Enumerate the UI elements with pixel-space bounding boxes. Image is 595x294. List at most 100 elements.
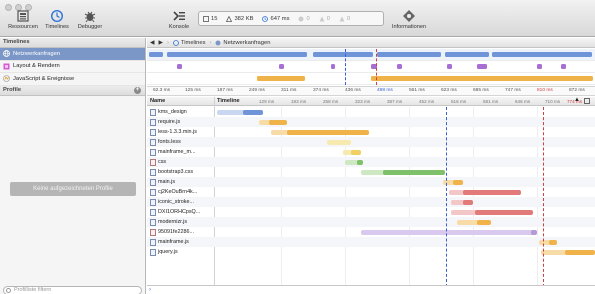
column-header-name[interactable]: Name bbox=[150, 98, 165, 104]
domcontentloaded-line bbox=[446, 107, 447, 287]
overview-javascript-row bbox=[147, 73, 595, 85]
ruler-tick: 311 ms bbox=[281, 88, 297, 93]
request-bar[interactable] bbox=[357, 159, 363, 165]
network-request-table: kms_design require.js less-1.3.3.min.js … bbox=[147, 107, 595, 287]
warnings-count[interactable]: 0 bbox=[319, 16, 330, 22]
request-bar[interactable] bbox=[361, 229, 535, 235]
sidebar-item-javascript-events[interactable]: JavaScript & Ereignisse bbox=[0, 73, 145, 86]
overview-layout-bar bbox=[279, 64, 284, 69]
request-bar[interactable] bbox=[565, 249, 595, 255]
load-time[interactable]: 647 ms bbox=[262, 16, 289, 22]
columns-icon[interactable] bbox=[584, 98, 590, 104]
table-row[interactable]: DXI1ORHCpsQ... bbox=[147, 207, 595, 217]
logs-count[interactable]: 0 bbox=[339, 16, 350, 22]
document-icon bbox=[203, 15, 209, 22]
breadcrumb-separator: › bbox=[209, 39, 212, 46]
request-bar[interactable] bbox=[327, 139, 351, 145]
sidebar-item-label: JavaScript & Ereignisse bbox=[13, 75, 75, 82]
resources-label: Ressourcen bbox=[8, 24, 38, 30]
table-row[interactable]: mainframe.js bbox=[147, 237, 595, 247]
ruler-tick: 498 ms bbox=[377, 88, 393, 93]
request-bar[interactable] bbox=[383, 169, 445, 175]
sort-up-icon[interactable]: ▲ bbox=[574, 97, 580, 103]
overview-network-row bbox=[147, 49, 595, 61]
overview-layout-bar bbox=[177, 64, 182, 69]
header-tick: 581 ms bbox=[483, 98, 499, 104]
timelines-section-header: Timelines bbox=[0, 38, 145, 48]
overview-layout-bar bbox=[561, 64, 566, 69]
layout-icon bbox=[3, 63, 10, 70]
resource-name: main.js bbox=[158, 179, 176, 185]
sidebar-item-layout-rendering[interactable]: Layout & Rendern bbox=[0, 61, 145, 73]
debugger-button[interactable]: Debugger bbox=[71, 9, 109, 30]
information-button[interactable]: Informationen bbox=[384, 9, 434, 30]
forward-arrow-icon[interactable]: ▶ bbox=[158, 40, 162, 46]
request-bar[interactable] bbox=[269, 119, 287, 125]
information-label: Informationen bbox=[391, 24, 427, 30]
resource-name: cj2KeOuBrn4k... bbox=[158, 189, 198, 195]
table-row[interactable]: bootstrap3.css bbox=[147, 167, 595, 177]
column-header-timeline[interactable]: Timeline bbox=[217, 98, 240, 104]
table-row[interactable]: main.js bbox=[147, 177, 595, 187]
domcontentloaded-marker bbox=[345, 49, 346, 85]
resource-name: less-1.3.3.min.js bbox=[158, 129, 197, 135]
load-event-line bbox=[543, 107, 544, 287]
request-bar[interactable] bbox=[463, 199, 473, 205]
request-bar[interactable] bbox=[287, 129, 369, 135]
request-bar[interactable] bbox=[549, 239, 557, 245]
breadcrumb-network-requests[interactable]: Netzwerkanfragen bbox=[223, 40, 270, 46]
font-icon bbox=[150, 188, 156, 196]
navigation-bar: ◀ ▶ › Timelines › Netzwerkanfragen bbox=[147, 38, 595, 48]
request-bar[interactable] bbox=[463, 189, 521, 195]
resources-button[interactable]: Ressourcen bbox=[4, 9, 42, 30]
script-icon bbox=[150, 178, 156, 186]
table-row[interactable]: css bbox=[147, 157, 595, 167]
sidebar-item-label: Layout & Rendern bbox=[13, 63, 60, 70]
document-icon bbox=[150, 138, 156, 146]
errors-count[interactable]: 0 bbox=[298, 15, 310, 22]
ruler-tick: 685 ms bbox=[473, 88, 489, 93]
table-row[interactable]: jquery.js bbox=[147, 247, 595, 257]
resource-name: css bbox=[158, 159, 167, 165]
transfer-size[interactable]: 382 KB bbox=[226, 15, 253, 22]
table-row[interactable]: mainframe_m... bbox=[147, 147, 595, 157]
header-tick: 710 ms bbox=[545, 98, 561, 104]
resource-name: bootstrap3.css bbox=[158, 169, 194, 175]
errors-count-value: 0 bbox=[306, 15, 310, 22]
request-bar[interactable] bbox=[451, 209, 477, 215]
console-button[interactable]: Konsole bbox=[160, 9, 198, 30]
request-bar[interactable] bbox=[351, 149, 361, 155]
table-row[interactable]: require.js bbox=[147, 117, 595, 127]
request-bar[interactable] bbox=[531, 229, 537, 235]
add-profile-icon[interactable]: + bbox=[134, 87, 141, 94]
table-row[interactable]: cj2KeOuBrn4k... bbox=[147, 187, 595, 197]
timeline-overview[interactable] bbox=[147, 49, 595, 85]
sidebar: Timelines Netzwerkanfragen Layout & Rend… bbox=[0, 38, 146, 294]
request-bar[interactable] bbox=[477, 219, 491, 225]
table-row[interactable]: modernizr.js bbox=[147, 217, 595, 227]
console-prompt: › bbox=[149, 287, 151, 293]
image-icon bbox=[150, 228, 156, 236]
request-bar[interactable] bbox=[243, 109, 263, 115]
load-event-marker bbox=[376, 49, 377, 85]
sidebar-item-network-requests[interactable]: Netzwerkanfragen bbox=[0, 48, 145, 61]
table-row[interactable]: iconic_stroke... bbox=[147, 197, 595, 207]
ruler-tick: 374 ms bbox=[313, 88, 329, 93]
overview-network-bar bbox=[149, 52, 163, 57]
profile-filter-input[interactable]: Profilliste filtern bbox=[3, 286, 142, 294]
ruler-tick: 62.3 ms bbox=[153, 88, 171, 93]
table-row[interactable]: fonts.less bbox=[147, 137, 595, 147]
request-bar[interactable] bbox=[475, 209, 533, 215]
overview-network-bar bbox=[445, 52, 489, 57]
stylesheet-icon bbox=[150, 168, 156, 176]
request-bar[interactable] bbox=[453, 179, 463, 185]
table-row[interactable]: less-1.3.3.min.js bbox=[147, 127, 595, 137]
back-arrow-icon[interactable]: ◀ bbox=[150, 40, 154, 46]
table-row[interactable]: 95091fe2286... bbox=[147, 227, 595, 237]
ruler-tick: 436 ms bbox=[345, 88, 361, 93]
table-row[interactable]: kms_design bbox=[147, 107, 595, 117]
breadcrumb-timelines[interactable]: Timelines bbox=[181, 40, 206, 46]
quick-console-input[interactable]: › bbox=[147, 285, 595, 294]
requests-count[interactable]: 15 bbox=[203, 16, 217, 22]
activity-status-bar: 15 382 KB 647 ms 0 0 0 bbox=[198, 11, 384, 26]
